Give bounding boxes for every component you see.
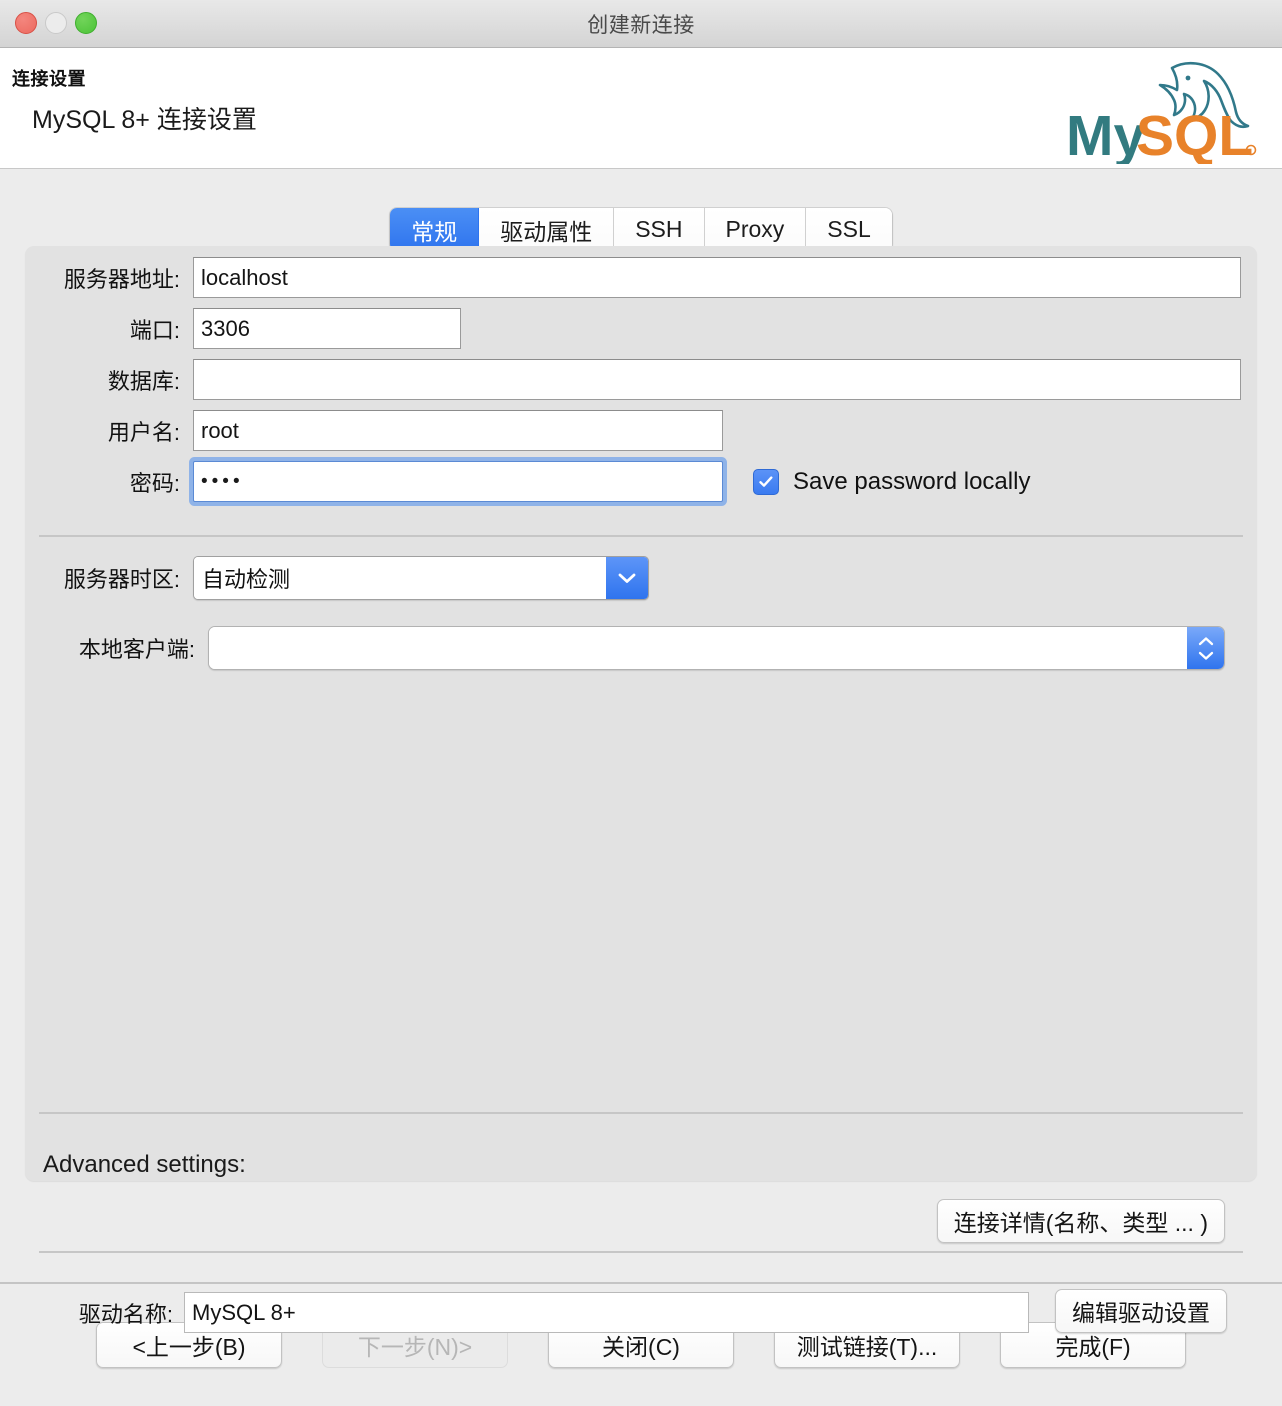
username-input[interactable]: root	[193, 410, 723, 451]
driver-name-label: 驱动名称:	[78, 1301, 173, 1327]
driver-name-input: MySQL 8+	[184, 1292, 1029, 1333]
tab-general[interactable]: 常规	[390, 208, 480, 251]
password-input[interactable]: ••••	[193, 461, 723, 502]
dialog-header: 连接设置 MySQL 8+ 连接设置 My SQL	[0, 48, 1282, 169]
local-client-value	[209, 627, 1187, 669]
window-titlebar: 创建新连接	[0, 0, 1282, 48]
tab-driver-properties[interactable]: 驱动属性	[479, 208, 615, 251]
tab-proxy[interactable]: Proxy	[704, 208, 807, 251]
divider-2	[39, 1112, 1243, 1114]
password-row: 密码: •••• Save password locally	[25, 461, 1241, 502]
chevron-down-icon[interactable]	[606, 557, 648, 599]
host-input[interactable]: localhost	[193, 257, 1241, 298]
page-title: 连接设置	[12, 69, 86, 89]
svg-text:SQL: SQL	[1136, 104, 1253, 164]
host-label: 服务器地址:	[63, 266, 180, 292]
host-row: 服务器地址: localhost	[25, 257, 1241, 298]
page-subtitle: MySQL 8+ 连接设置	[32, 106, 257, 134]
driver-name-row: 驱动名称: MySQL 8+	[43, 1292, 1043, 1333]
username-row: 用户名: root	[25, 410, 1241, 451]
advanced-settings-label: Advanced settings:	[43, 1151, 246, 1178]
save-password-label: Save password locally	[793, 467, 1031, 495]
svg-text:My: My	[1066, 104, 1145, 164]
mysql-logo-icon: My SQL	[1066, 61, 1257, 164]
port-row: 端口: 3306	[25, 308, 1241, 349]
port-label: 端口:	[129, 317, 180, 343]
tab-ssl[interactable]: SSL	[806, 208, 892, 251]
edit-driver-settings-button[interactable]: 编辑驱动设置	[1055, 1289, 1227, 1333]
server-timezone-label: 服务器时区:	[63, 567, 180, 592]
database-row: 数据库:	[25, 359, 1241, 400]
window-title: 创建新连接	[587, 13, 695, 37]
database-input[interactable]	[193, 359, 1241, 400]
password-label: 密码:	[129, 470, 180, 496]
divider-3	[39, 1251, 1243, 1253]
local-client-row: 本地客户端:	[25, 626, 1241, 670]
save-password-checkbox-group[interactable]: Save password locally	[753, 468, 1030, 496]
server-timezone-select[interactable]: 自动检测	[193, 556, 649, 600]
stepper-arrows-icon[interactable]	[1187, 627, 1224, 669]
tab-ssh[interactable]: SSH	[614, 208, 705, 251]
local-client-select[interactable]	[208, 626, 1225, 670]
window-controls	[15, 12, 97, 34]
server-timezone-row: 服务器时区: 自动检测	[25, 556, 1241, 600]
dialog-body: 常规 驱动属性 SSH Proxy SSL 服务器地址: localhost 端…	[0, 169, 1282, 1333]
minimize-window-button[interactable]	[45, 12, 67, 34]
general-settings-panel: 服务器地址: localhost 端口: 3306 数据库: 用户名: root…	[25, 246, 1257, 1333]
connection-details-button[interactable]: 连接详情(名称、类型 ... )	[936, 1199, 1225, 1243]
username-label: 用户名:	[107, 419, 180, 445]
checkmark-icon	[759, 475, 773, 487]
port-input[interactable]: 3306	[193, 308, 461, 349]
local-client-label: 本地客户端:	[78, 637, 195, 662]
server-timezone-value: 自动检测	[194, 557, 606, 599]
close-window-button[interactable]	[15, 12, 37, 34]
settings-tabs: 常规 驱动属性 SSH Proxy SSL	[0, 208, 1282, 251]
create-connection-dialog: 创建新连接 连接设置 MySQL 8+ 连接设置 My SQL 常规 驱动属性 …	[0, 0, 1282, 1406]
save-password-checkbox[interactable]	[753, 468, 779, 495]
database-label: 数据库:	[107, 368, 180, 394]
divider-1	[39, 535, 1243, 537]
maximize-window-button[interactable]	[75, 12, 97, 34]
